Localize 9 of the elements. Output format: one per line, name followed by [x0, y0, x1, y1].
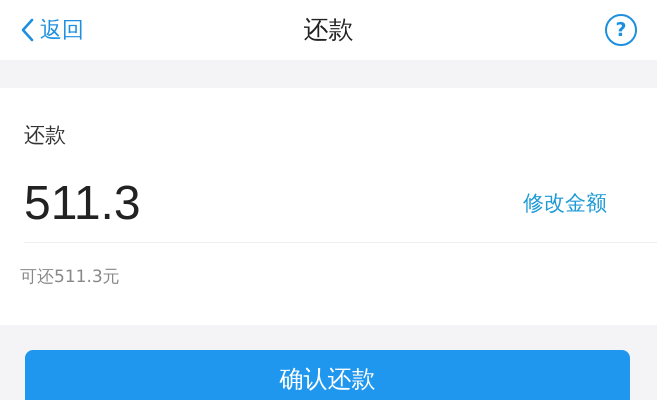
help-button[interactable]: ?	[605, 14, 637, 46]
back-link[interactable]: 返回	[20, 14, 84, 46]
page-title: 还款	[304, 14, 354, 46]
chevron-left-icon	[20, 18, 34, 42]
amount-value: 511.3	[24, 180, 141, 228]
section-label: 还款	[24, 122, 67, 149]
available-amount-text: 可还511.3元	[20, 266, 121, 288]
edit-amount-link[interactable]: 修改金额	[523, 188, 607, 220]
confirm-button[interactable]: 确认还款	[25, 350, 630, 400]
